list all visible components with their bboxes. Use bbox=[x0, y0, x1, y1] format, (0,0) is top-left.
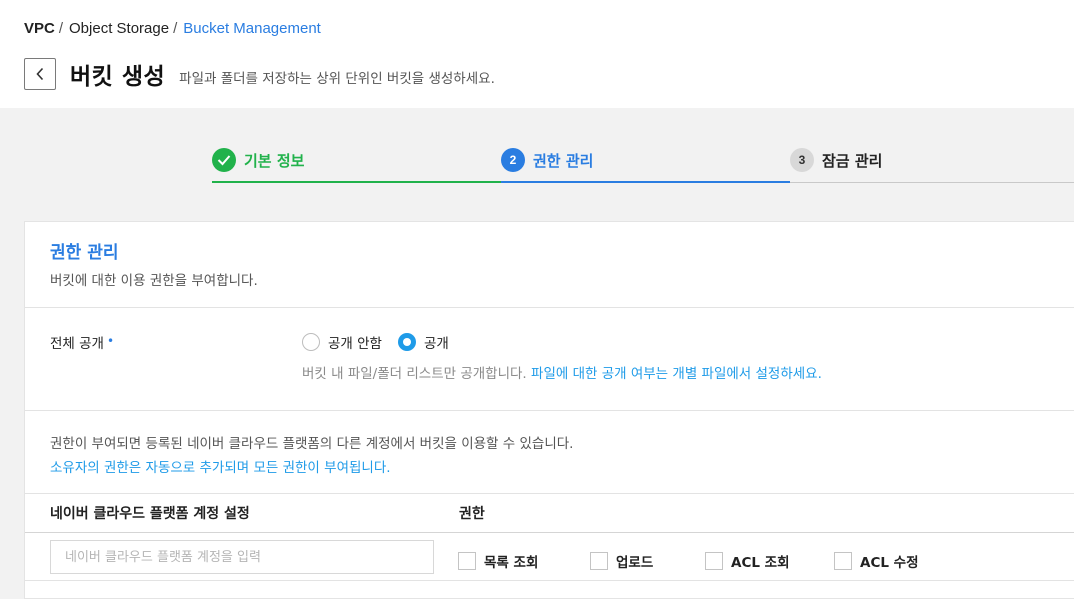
back-button[interactable] bbox=[24, 58, 56, 90]
step-progress-line bbox=[790, 182, 1074, 183]
step-label: 잠금 관리 bbox=[822, 151, 883, 170]
help-link[interactable]: 파일에 대한 공개 여부는 개별 파일에서 설정하세요. bbox=[531, 366, 822, 382]
checkbox-list-read-box[interactable] bbox=[458, 552, 476, 570]
table-header-divider bbox=[25, 532, 1074, 533]
radio-public-control[interactable] bbox=[397, 333, 416, 351]
permission-card: 권한 관리 버킷에 대한 이용 권한을 부여합니다. 전체 공개 • 공개 안함 … bbox=[24, 221, 1074, 599]
owner-permission-notice: 소유자의 권한은 자동으로 추가되며 모든 권한이 부여됩니다. bbox=[50, 460, 391, 476]
breadcrumb-separator: / bbox=[173, 20, 178, 37]
radio-private-label: 공개 안함 bbox=[328, 336, 382, 352]
step-lock[interactable]: 3 잠금 관리 bbox=[790, 148, 882, 172]
checkbox-acl-read[interactable]: ACL 조회 bbox=[705, 551, 790, 571]
section-description: 버킷에 대한 이용 권한을 부여합니다. bbox=[50, 273, 258, 289]
step-label: 기본 정보 bbox=[244, 151, 305, 170]
public-access-label: 전체 공개 • bbox=[50, 332, 114, 352]
checkbox-label: ACL 조회 bbox=[731, 555, 790, 571]
page-description: 파일과 폴더를 저장하는 상위 단위인 버킷을 생성하세요. bbox=[179, 71, 495, 87]
checkbox-list-read[interactable]: 목록 조회 bbox=[458, 551, 538, 571]
section-title: 권한 관리 bbox=[50, 243, 119, 263]
public-access-help: 버킷 내 파일/폴더 리스트만 공개합니다. 파일에 대한 공개 여부는 개별 … bbox=[302, 362, 822, 382]
check-icon bbox=[217, 155, 231, 166]
chevron-left-icon bbox=[36, 67, 44, 81]
breadcrumb-bucket-management[interactable]: Bucket Management bbox=[183, 20, 321, 37]
title-row: 버킷 생성 파일과 폴더를 저장하는 상위 단위인 버킷을 생성하세요. bbox=[24, 58, 495, 90]
step-number-badge: 2 bbox=[501, 148, 525, 172]
account-input[interactable] bbox=[50, 540, 434, 574]
breadcrumb: VPC / Object Storage / Bucket Management bbox=[24, 20, 321, 37]
checkbox-acl-write[interactable]: ACL 수정 bbox=[834, 551, 919, 571]
divider bbox=[25, 580, 1074, 581]
checkbox-upload[interactable]: 업로드 bbox=[590, 551, 653, 571]
public-access-label-text: 전체 공개 bbox=[50, 336, 104, 352]
step-progress-line bbox=[212, 181, 501, 183]
breadcrumb-vpc[interactable]: VPC bbox=[24, 20, 55, 37]
page-header: VPC / Object Storage / Bucket Management… bbox=[0, 0, 1074, 108]
required-marker: • bbox=[106, 334, 115, 348]
step-permission[interactable]: 2 권한 관리 bbox=[501, 148, 593, 172]
radio-public-label: 공개 bbox=[423, 336, 449, 352]
step-number-badge: 3 bbox=[790, 148, 814, 172]
divider bbox=[25, 493, 1074, 494]
checkbox-upload-box[interactable] bbox=[590, 552, 608, 570]
radio-private[interactable]: 공개 안함 bbox=[302, 332, 382, 352]
breadcrumb-separator: / bbox=[58, 20, 64, 37]
checkbox-acl-read-box[interactable] bbox=[705, 552, 723, 570]
divider bbox=[25, 410, 1074, 411]
step-label: 권한 관리 bbox=[533, 151, 594, 170]
divider bbox=[25, 307, 1074, 308]
column-header-permission: 권한 bbox=[459, 506, 485, 522]
breadcrumb-object-storage[interactable]: Object Storage bbox=[69, 20, 169, 37]
step-complete-badge bbox=[212, 148, 236, 172]
checkbox-label: ACL 수정 bbox=[860, 555, 919, 571]
column-header-account: 네이버 클라우드 플랫폼 계정 설정 bbox=[50, 506, 250, 522]
radio-private-control[interactable] bbox=[302, 333, 320, 351]
checkbox-acl-write-box[interactable] bbox=[834, 552, 852, 570]
permission-notice: 권한이 부여되면 등록된 네이버 클라우드 플랫폼의 다른 계정에서 버킷을 이… bbox=[50, 436, 574, 452]
public-access-radio-group: 공개 안함 공개 bbox=[302, 332, 465, 352]
checkbox-label: 업로드 bbox=[616, 555, 654, 571]
checkbox-label: 목록 조회 bbox=[484, 555, 539, 571]
help-text: 버킷 내 파일/폴더 리스트만 공개합니다. bbox=[302, 366, 527, 382]
step-progress-line bbox=[501, 181, 790, 183]
page-title: 버킷 생성 bbox=[70, 64, 166, 90]
step-basic-info[interactable]: 기본 정보 bbox=[212, 148, 304, 172]
radio-public[interactable]: 공개 bbox=[397, 332, 449, 352]
